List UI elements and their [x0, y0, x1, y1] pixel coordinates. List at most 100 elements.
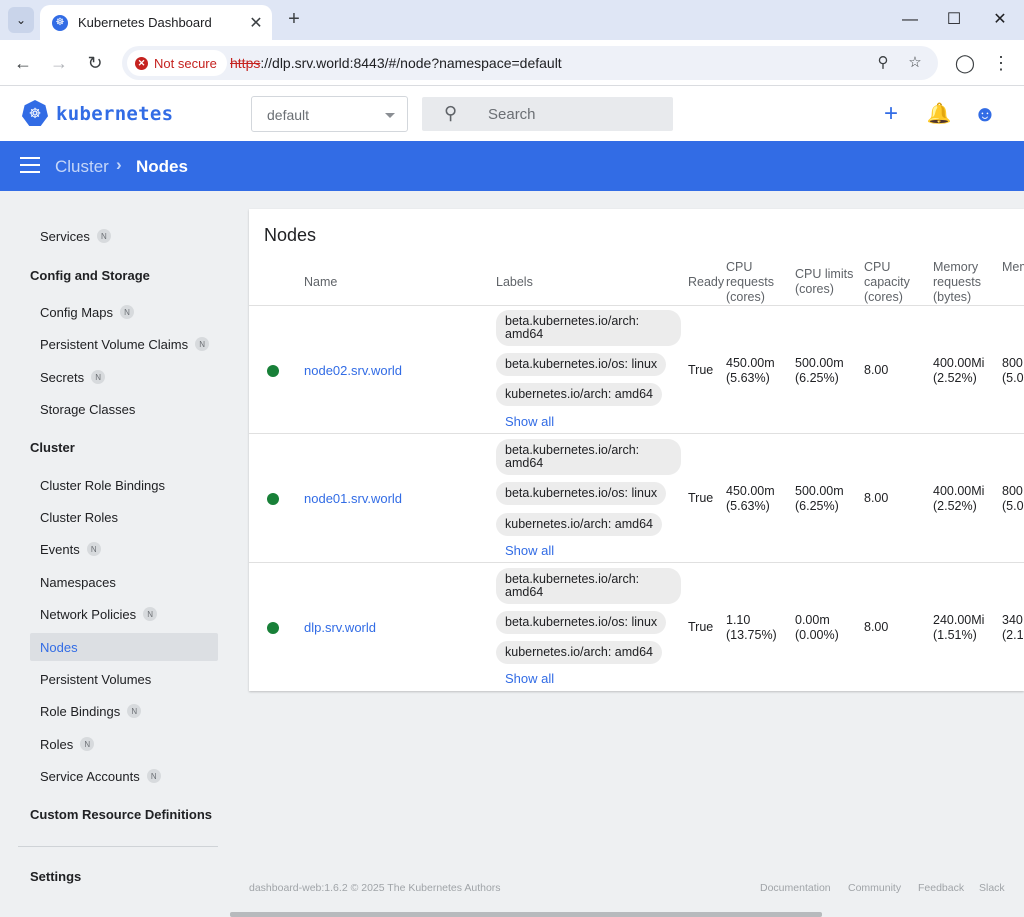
- search-icon: ⚲: [444, 103, 458, 123]
- cpu-capacity-value: 8.00: [864, 620, 889, 634]
- sidebar-item-role-bindings[interactable]: Role Bindings N: [30, 697, 218, 725]
- node-name-link[interactable]: node01.srv.world: [304, 491, 402, 506]
- sidebar-item-config-maps[interactable]: Config Maps N: [30, 298, 218, 326]
- sidebar-settings[interactable]: Settings: [30, 869, 81, 884]
- sidebar-item-label: Nodes: [40, 639, 78, 655]
- sidebar-item-service-accounts[interactable]: Service Accounts N: [30, 762, 218, 790]
- sidebar-item-cluster-roles[interactable]: Cluster Roles: [30, 503, 218, 531]
- ready-value: True: [688, 363, 714, 377]
- show-all-labels-link[interactable]: Show all: [505, 671, 554, 686]
- zoom-icon[interactable]: ⚲: [872, 52, 894, 74]
- kubernetes-logo-icon[interactable]: ☸: [22, 100, 48, 126]
- search-box[interactable]: ⚲: [422, 97, 673, 131]
- footer-link-feedback[interactable]: Feedback: [918, 882, 964, 894]
- cpu-limits-value: 0.00m: [795, 613, 830, 627]
- memory-limits-pct: (5.0: [1002, 499, 1024, 513]
- sidebar-item-nodes[interactable]: Nodes: [30, 633, 218, 661]
- minimize-icon[interactable]: —: [898, 8, 922, 32]
- dropdown-caret-icon: [385, 113, 395, 118]
- menu-hamburger-icon[interactable]: [20, 157, 40, 175]
- ready-value: True: [688, 491, 714, 505]
- cpu-limits-value: 500.00m: [795, 484, 844, 498]
- window-close-icon[interactable]: ✕: [988, 8, 1012, 32]
- show-all-labels-link[interactable]: Show all: [505, 414, 554, 429]
- brand-name[interactable]: kubernetes: [56, 103, 173, 125]
- column-header-memory-limits[interactable]: Memory limits (bytes): [1002, 260, 1024, 275]
- sidebar-item-events[interactable]: Events N: [30, 535, 218, 563]
- profile-icon[interactable]: ◯: [953, 51, 977, 75]
- node-name-link[interactable]: dlp.srv.world: [304, 620, 376, 635]
- footer-copyright: dashboard-web:1.6.2 © 2025 The Kubernete…: [249, 882, 501, 894]
- sidebar-item-label: Storage Classes: [40, 401, 136, 417]
- sidebar-item-cluster-role-bindings[interactable]: Cluster Role Bindings: [30, 471, 218, 499]
- sidebar-heading-config-storage[interactable]: Config and Storage: [30, 268, 150, 283]
- namespace-value: default: [267, 107, 310, 123]
- status-ready-icon: [267, 493, 279, 505]
- notifications-bell-icon[interactable]: 🔔: [926, 101, 952, 127]
- node-name-link[interactable]: node02.srv.world: [304, 363, 402, 378]
- footer-link-documentation[interactable]: Documentation: [760, 882, 831, 894]
- sidebar-item-services[interactable]: Services N: [30, 222, 218, 250]
- memory-limits-pct: (5.0: [1002, 371, 1024, 385]
- table-row: node02.srv.world beta.kubernetes.io/arch…: [249, 306, 1024, 434]
- new-tab-button[interactable]: +: [282, 8, 306, 32]
- status-ready-icon: [267, 365, 279, 377]
- card-title: Nodes: [264, 225, 317, 245]
- label-chip: beta.kubernetes.io/arch: amd64: [496, 568, 681, 604]
- column-header-name[interactable]: Name: [304, 275, 337, 290]
- address-bar[interactable]: ✕ Not secure https://dlp.srv.world:8443/…: [122, 46, 938, 80]
- column-header-memory-requests[interactable]: Memory requests (bytes): [933, 260, 995, 305]
- cpu-limits-pct: (6.25%): [795, 499, 839, 513]
- column-header-cpu-requests[interactable]: CPU requests (cores): [726, 260, 788, 305]
- back-arrow-icon[interactable]: ←: [11, 51, 35, 75]
- account-icon[interactable]: ☻: [972, 101, 998, 127]
- sidebar-heading-crd[interactable]: Custom Resource Definitions: [30, 807, 212, 822]
- memory-limits-value: 340: [1002, 613, 1023, 627]
- sidebar-item-pvc[interactable]: Persistent Volume Claims N: [30, 330, 218, 358]
- security-label: Not secure: [154, 55, 217, 71]
- sidebar-item-namespaces[interactable]: Namespaces: [30, 568, 218, 596]
- column-header-cpu-capacity[interactable]: CPU capacity (cores): [864, 260, 920, 305]
- search-input[interactable]: [488, 97, 658, 131]
- browser-tab[interactable]: ☸ Kubernetes Dashboard ✕: [40, 5, 272, 40]
- reload-icon[interactable]: ↻: [83, 51, 107, 75]
- url-scheme: https: [230, 55, 261, 71]
- label-chip: beta.kubernetes.io/arch: amd64: [496, 310, 681, 346]
- show-all-labels-link[interactable]: Show all: [505, 543, 554, 558]
- cpu-capacity-value: 8.00: [864, 491, 889, 505]
- tab-search-chevron-down-icon[interactable]: ⌄: [8, 7, 34, 33]
- namespaced-badge: N: [195, 337, 210, 351]
- sidebar-item-label: Roles: [40, 736, 74, 752]
- horizontal-scrollbar[interactable]: [230, 912, 822, 917]
- memory-requests-value: 240.00Mi: [933, 613, 985, 627]
- namespaced-badge: N: [127, 704, 142, 718]
- namespaced-badge: N: [143, 607, 158, 621]
- sidebar-item-secrets[interactable]: Secrets N: [30, 363, 218, 391]
- sidebar-item-label: Events: [40, 541, 80, 557]
- breadcrumb-cluster[interactable]: Cluster: [55, 157, 109, 177]
- label-chip: beta.kubernetes.io/os: linux: [496, 611, 667, 634]
- browser-menu-icon[interactable]: ⋮: [989, 51, 1013, 75]
- sidebar-item-label: Persistent Volume Claims: [40, 336, 189, 352]
- cpu-requests-pct: (13.75%): [726, 628, 777, 642]
- sidebar-heading-cluster[interactable]: Cluster: [30, 440, 75, 455]
- sidebar-item-persistent-volumes[interactable]: Persistent Volumes: [30, 665, 218, 693]
- namespace-select[interactable]: default: [251, 96, 408, 132]
- forward-arrow-icon[interactable]: →: [47, 51, 71, 75]
- security-chip[interactable]: ✕ Not secure: [127, 50, 227, 76]
- sidebar-item-network-policies[interactable]: Network Policies N: [30, 600, 218, 628]
- sidebar-item-storage-classes[interactable]: Storage Classes: [30, 395, 218, 423]
- namespaced-badge: N: [91, 370, 106, 384]
- tab-close-icon[interactable]: ✕: [246, 13, 266, 33]
- url-text[interactable]: https://dlp.srv.world:8443/#/node?namesp…: [230, 55, 562, 71]
- tab-title: Kubernetes Dashboard: [78, 15, 212, 30]
- create-plus-icon[interactable]: +: [878, 101, 904, 127]
- footer-link-community[interactable]: Community: [848, 882, 901, 894]
- label-chip: beta.kubernetes.io/os: linux: [496, 353, 667, 376]
- bookmark-star-icon[interactable]: ☆: [904, 52, 926, 74]
- column-header-cpu-limits[interactable]: CPU limits (cores): [795, 267, 860, 297]
- table-row: dlp.srv.world beta.kubernetes.io/arch: a…: [249, 563, 1024, 691]
- footer-link-slack[interactable]: Slack: [979, 882, 1005, 894]
- maximize-icon[interactable]: ☐: [942, 8, 966, 32]
- sidebar-item-roles[interactable]: Roles N: [30, 730, 218, 758]
